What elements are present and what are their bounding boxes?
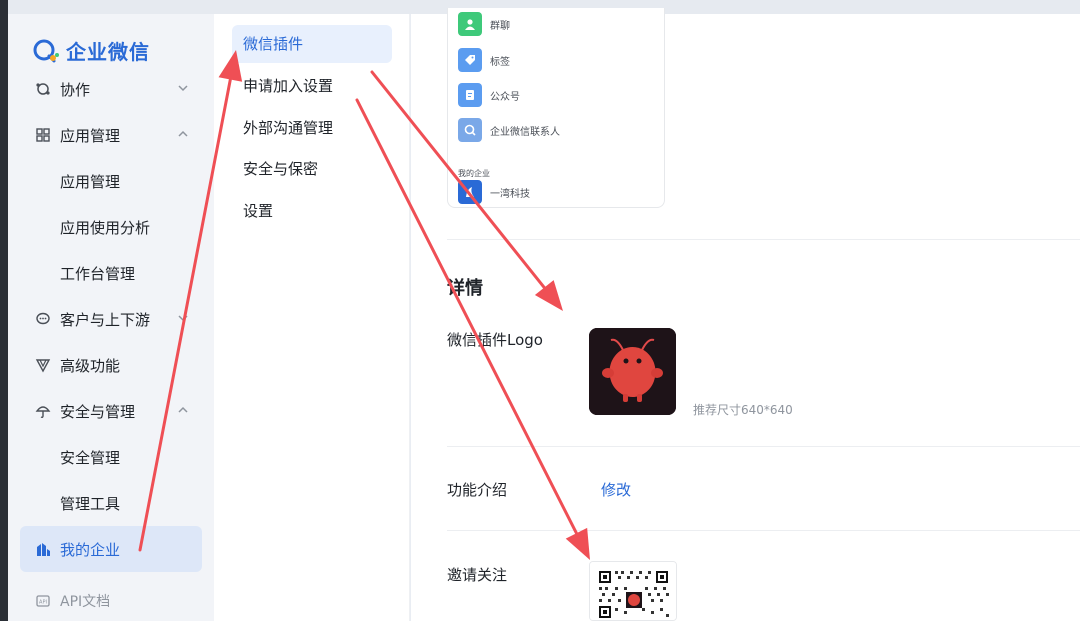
intro-edit-link[interactable]: 修改 <box>601 479 631 500</box>
invite-qr-code[interactable] <box>589 561 677 621</box>
svg-text:API: API <box>39 600 47 606</box>
sidebar-item-my-company[interactable]: 我的企业 <box>20 526 202 572</box>
sidebar-item-label: API文档 <box>60 594 111 610</box>
sidebar-subitem-security-management[interactable]: 安全管理 <box>20 434 202 480</box>
tab-wechat-plugin[interactable]: 微信插件 <box>232 25 392 63</box>
chevron-down-icon[interactable] <box>176 311 190 325</box>
details-title: 详情 <box>447 278 483 299</box>
sidebar-subitem-workbench-management[interactable]: 工作台管理 <box>20 250 202 296</box>
group-chat-icon <box>458 12 482 36</box>
preview-row-label: 公众号 <box>490 91 520 103</box>
sidebar-item-api-docs[interactable]: API API文档 <box>20 578 202 621</box>
sidebar: 企业微信 协作 应用管理 应用管理 应用使用分析 工作台管理 客户与上下游 高级… <box>8 14 214 621</box>
brand-name: 企业微信 <box>66 40 150 64</box>
triangle-icon <box>34 356 52 374</box>
preview-row-wework-contact: 企业微信联系人 <box>458 118 560 142</box>
divider <box>447 239 1080 240</box>
intro-field-label: 功能介绍 <box>447 481 508 499</box>
preview-row-official-account: 公众号 <box>458 83 520 107</box>
chevron-up-icon[interactable] <box>176 127 190 141</box>
preview-row-company: 一湾科技 <box>458 180 530 204</box>
secondary-menu: 微信插件 申请加入设置 外部沟通管理 安全与保密 设置 <box>214 14 410 621</box>
logo-field-label: 微信插件Logo <box>447 331 543 349</box>
logo-size-hint: 推荐尺寸640*640 <box>693 403 793 417</box>
brand-logo[interactable]: 企业微信 <box>32 36 150 65</box>
sidebar-item-label: 管理工具 <box>60 494 121 513</box>
chevron-up-icon[interactable] <box>176 403 190 417</box>
preview-row-label: 一湾科技 <box>490 188 530 200</box>
preview-row-tag: 标签 <box>458 48 510 72</box>
sidebar-subitem-app-management[interactable]: 应用管理 <box>20 158 202 204</box>
preview-row-label: 标签 <box>490 56 510 68</box>
sidebar-item-label: 我的企业 <box>60 540 121 559</box>
company-logo-icon <box>458 180 482 204</box>
tab-security-privacy[interactable]: 安全与保密 <box>232 150 392 188</box>
preview-row-label: 群聊 <box>490 20 510 32</box>
apps-grid-icon <box>34 126 52 144</box>
qr-code-icon <box>590 562 676 620</box>
plugin-logo-image[interactable] <box>589 328 676 415</box>
plugin-logo-mascot <box>589 328 676 415</box>
sidebar-item-label: 应用管理 <box>60 172 121 191</box>
sidebar-item-label: 应用管理 <box>60 126 121 145</box>
window-left-edge <box>0 0 8 621</box>
sidebar-item-label: 工作台管理 <box>60 264 136 283</box>
divider <box>447 446 1080 447</box>
sidebar-nav: 协作 应用管理 应用管理 应用使用分析 工作台管理 客户与上下游 高级功能 安全… <box>20 66 202 621</box>
sidebar-item-label: 应用使用分析 <box>60 218 151 237</box>
divider <box>447 530 1080 531</box>
sidebar-subitem-app-usage-analysis[interactable]: 应用使用分析 <box>20 204 202 250</box>
tab-settings[interactable]: 设置 <box>232 192 392 230</box>
official-account-icon <box>458 83 482 107</box>
sidebar-item-label: 客户与上下游 <box>60 310 151 329</box>
wework-logo-icon <box>32 37 60 65</box>
sidebar-item-label: 高级功能 <box>60 356 121 375</box>
sidebar-item-security[interactable]: 安全与管理 <box>20 388 202 434</box>
sidebar-item-collaborate[interactable]: 协作 <box>20 66 202 112</box>
sidebar-item-label: 协作 <box>60 80 91 99</box>
sidebar-item-label: 安全管理 <box>60 448 121 467</box>
tab-join-settings[interactable]: 申请加入设置 <box>232 67 392 105</box>
preview-row-label: 企业微信联系人 <box>490 126 560 138</box>
preview-section-label: 我的企业 <box>458 169 490 178</box>
plugin-preview-card: 群聊 标签 公众号 企业微信联系人 我的企业 一湾科技 <box>447 8 665 208</box>
sidebar-item-app-management[interactable]: 应用管理 <box>20 112 202 158</box>
sidebar-subitem-admin-tools[interactable]: 管理工具 <box>20 480 202 526</box>
api-icon: API <box>34 592 52 610</box>
umbrella-icon <box>34 402 52 420</box>
tag-icon <box>458 48 482 72</box>
sidebar-item-label: 安全与管理 <box>60 402 136 421</box>
tab-external-communication[interactable]: 外部沟通管理 <box>232 109 392 147</box>
company-icon <box>34 540 52 558</box>
chevron-down-icon[interactable] <box>176 81 190 95</box>
sidebar-item-advanced[interactable]: 高级功能 <box>20 342 202 388</box>
preview-row-group-chat: 群聊 <box>458 12 510 36</box>
main-content: 群聊 标签 公众号 企业微信联系人 我的企业 一湾科技 详情 微信插件Logo … <box>411 8 1080 621</box>
wework-contact-icon <box>458 118 482 142</box>
collaborate-icon <box>34 80 52 98</box>
sidebar-item-customers[interactable]: 客户与上下游 <box>20 296 202 342</box>
follow-field-label: 邀请关注 <box>447 566 508 584</box>
chat-bubble-icon <box>34 310 52 328</box>
